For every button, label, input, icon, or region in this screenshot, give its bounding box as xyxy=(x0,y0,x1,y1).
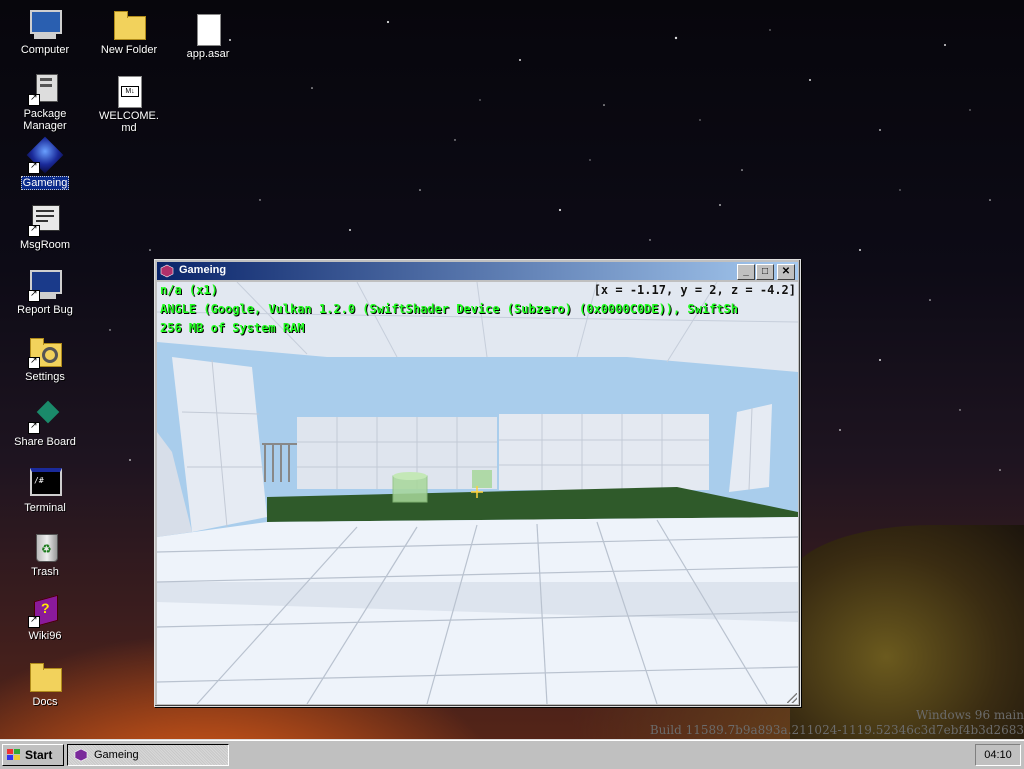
watermark-os-name: Windows 96 main xyxy=(915,708,1024,722)
share-board-icon xyxy=(28,400,62,434)
desktop-icon-label: Wiki96 xyxy=(28,630,62,642)
folder-icon xyxy=(28,660,62,694)
desktop-icon-computer[interactable]: Computer xyxy=(7,8,83,56)
desktop-icon-settings[interactable]: Settings xyxy=(7,335,83,383)
desktop-icon-share-board[interactable]: Share Board xyxy=(7,400,83,448)
desktop-icon-package-manager[interactable]: Package Manager xyxy=(7,72,83,132)
desktop-icon-label: Trash xyxy=(31,566,59,578)
trash-icon: ♻ xyxy=(28,530,62,564)
desktop-icon-wiki96[interactable]: ? Wiki96 xyxy=(7,594,83,642)
desktop-icon-docs[interactable]: Docs xyxy=(7,660,83,708)
file-icon xyxy=(191,12,225,46)
folder-icon xyxy=(112,8,146,42)
game-scene xyxy=(157,282,798,704)
window-title: Gameing xyxy=(179,264,227,276)
desktop-icon-label: Package Manager xyxy=(23,108,67,132)
desktop-icon-label: Docs xyxy=(32,696,58,708)
desktop-icon-label: app.asar xyxy=(186,48,230,60)
desktop-icon-gameing[interactable]: Gameing xyxy=(7,136,83,190)
desktop-icon-label: Settings xyxy=(25,371,65,383)
wiki-icon: ? xyxy=(28,594,62,628)
msgroom-icon xyxy=(28,203,62,237)
desktop-icon-msgroom[interactable]: MsgRoom xyxy=(7,203,83,251)
desktop-icon-label: Report Bug xyxy=(17,304,73,316)
window-titlebar[interactable]: Gameing _ □ ✕ xyxy=(157,262,798,280)
desktop-icon-label: WELCOME.md xyxy=(99,110,159,134)
report-bug-icon xyxy=(28,268,62,302)
desktop-icon-label: MsgRoom xyxy=(19,239,71,251)
markdown-file-icon: M↓ xyxy=(112,74,146,108)
minimize-button[interactable]: _ xyxy=(737,264,755,280)
desktop-icon-welcome-md[interactable]: M↓ WELCOME.md xyxy=(91,74,167,134)
desktop-icon-label: Computer xyxy=(20,44,70,56)
hud-renderer: ANGLE (Google, Vulkan 1.2.0 (SwiftShader… xyxy=(160,302,738,316)
desktop-icon-terminal[interactable]: /# Terminal xyxy=(7,466,83,514)
close-button[interactable]: ✕ xyxy=(777,264,795,280)
desktop-icon-report-bug[interactable]: Report Bug xyxy=(7,268,83,316)
build-watermark: Windows 96 main Build 11589.7b9a893a.211… xyxy=(594,708,1024,738)
computer-icon xyxy=(28,8,62,42)
maximize-button[interactable]: □ xyxy=(756,264,774,280)
hud-memory: 256 MB of System RAM xyxy=(160,321,305,335)
package-manager-icon xyxy=(28,72,62,106)
game-icon xyxy=(26,136,64,174)
desktop-icon-label: New Folder xyxy=(100,44,158,56)
hud-coordinates: [x = -1.17, y = 2, z = -4.2] xyxy=(593,283,796,297)
watermark-build: Build 11589.7b9a893a.211024-1119.52346c3… xyxy=(649,723,1024,737)
system-clock: 04:10 xyxy=(975,744,1021,766)
desktop-icon-trash[interactable]: ♻ Trash xyxy=(7,530,83,578)
windows-logo-icon xyxy=(7,749,20,760)
hud-fps: n/a (x1) xyxy=(160,283,218,297)
game-viewport[interactable]: n/a (x1) ANGLE (Google, Vulkan 1.2.0 (Sw… xyxy=(157,282,798,704)
desktop-icon-app-asar[interactable]: app.asar xyxy=(170,12,246,60)
start-button[interactable]: Start xyxy=(2,744,64,766)
settings-icon xyxy=(28,335,62,369)
game-icon xyxy=(160,264,174,278)
desktop-icon-label: Terminal xyxy=(24,502,66,514)
desktop-icon-label: Share Board xyxy=(14,436,76,448)
resize-grip[interactable] xyxy=(787,693,797,703)
taskbar: Start Gameing 04:10 xyxy=(0,740,1024,769)
desktop-icon-label: Gameing xyxy=(20,176,70,190)
game-icon xyxy=(74,748,88,762)
taskbar-item-gameing[interactable]: Gameing xyxy=(67,744,229,766)
terminal-icon: /# xyxy=(28,466,62,500)
taskbar-item-label: Gameing xyxy=(94,749,139,761)
start-label: Start xyxy=(25,748,53,762)
desktop-icon-new-folder[interactable]: New Folder xyxy=(91,8,167,56)
gameing-window[interactable]: Gameing _ □ ✕ n/a (x1) ANGLE (Google, Vu… xyxy=(154,259,801,707)
